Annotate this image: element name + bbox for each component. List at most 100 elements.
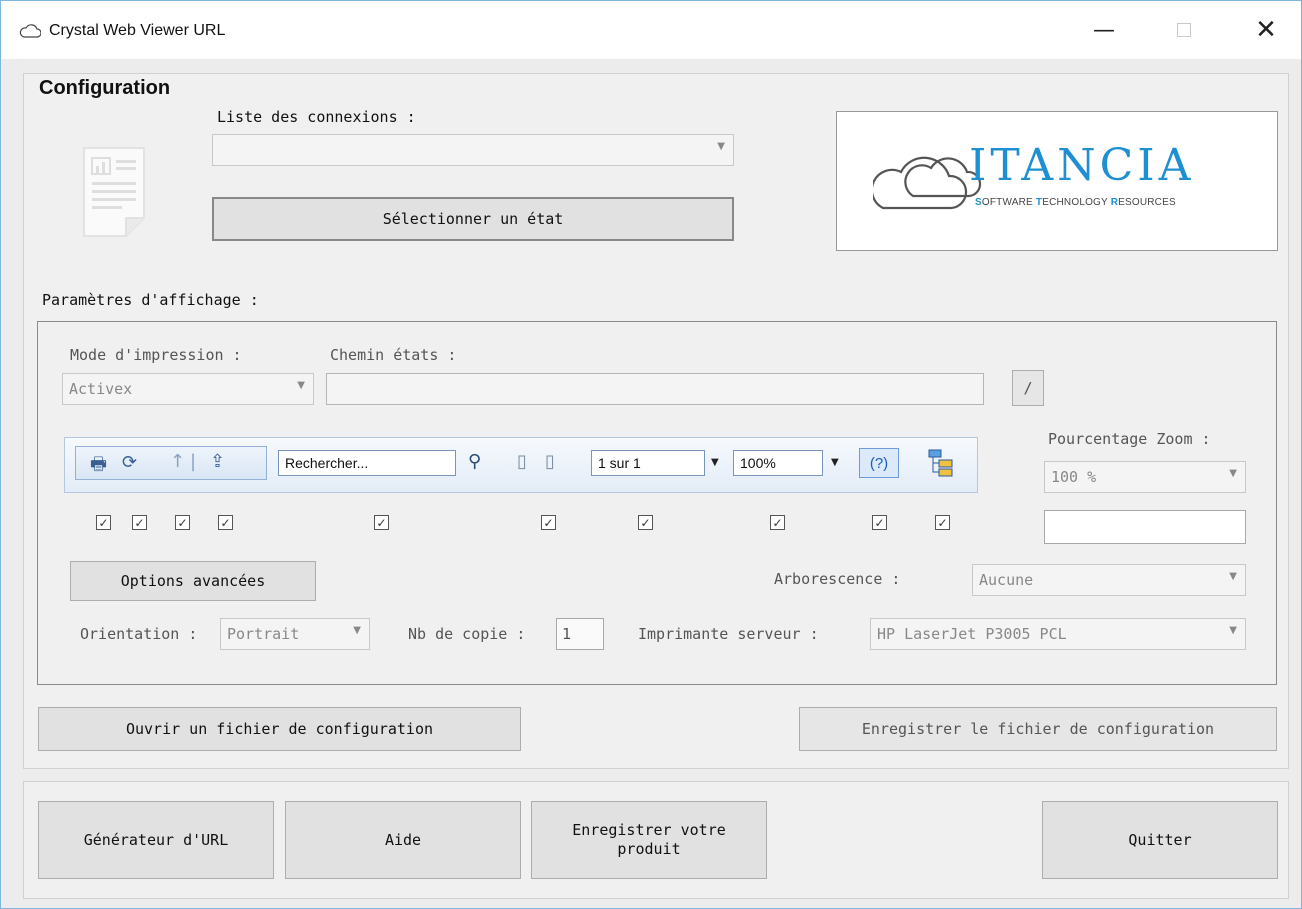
print-mode-label: Mode d'impression :: [70, 346, 242, 364]
toolbar-nav-group: 🖶 ⟳ ↑ | ⇪: [75, 446, 267, 480]
reports-path-input[interactable]: [326, 373, 984, 405]
connections-label: Liste des connexions :: [217, 108, 416, 126]
checkmark-icon: ✓: [98, 515, 109, 530]
checkmark-icon: ✓: [134, 515, 145, 530]
toolbar-page-field[interactable]: 1 sur 1: [591, 450, 705, 476]
maximize-button[interactable]: [1149, 1, 1219, 59]
refresh-icon[interactable]: ⟳: [122, 452, 137, 473]
help-button[interactable]: Aide: [285, 801, 521, 879]
browse-path-button[interactable]: /: [1012, 370, 1044, 406]
zoom-label: Pourcentage Zoom :: [1048, 430, 1211, 448]
save-config-file-button[interactable]: Enregistrer le fichier de configuration: [799, 707, 1277, 751]
minimize-icon: —: [1093, 17, 1115, 43]
logo-tagline-r: R: [1110, 197, 1119, 208]
chevron-down-icon: ▼: [1229, 625, 1237, 636]
logo-tagline-s: S: [975, 197, 982, 208]
url-generator-button[interactable]: Générateur d'URL: [38, 801, 274, 879]
printer-value: HP LaserJet P3005 PCL: [877, 625, 1067, 643]
cloud-icon: [19, 24, 41, 38]
reports-path-label: Chemin états :: [330, 346, 457, 364]
select-report-label: Sélectionner un état: [382, 210, 564, 228]
tree-label: Arborescence :: [774, 570, 901, 588]
toolbar-zoom-field[interactable]: 100%: [733, 450, 823, 476]
open-config-file-label: Ouvrir un fichier de configuration: [125, 720, 434, 738]
select-report-button[interactable]: Sélectionner un état: [212, 197, 734, 241]
print-mode-dropdown[interactable]: Activex ▼: [62, 373, 314, 405]
checkmark-icon: ✓: [640, 515, 651, 530]
maximize-icon: [1177, 23, 1191, 37]
toolbar-search-text: Rechercher...: [285, 455, 369, 471]
minimize-button[interactable]: —: [1069, 1, 1139, 59]
advanced-options-label: Options avancées: [120, 572, 266, 590]
main-panel: Configuration Liste des connexions : ▼ S…: [23, 73, 1289, 769]
copies-value: 1: [562, 625, 572, 643]
url-generator-label: Générateur d'URL: [83, 831, 229, 849]
register-product-button[interactable]: Enregistrer votre produit: [531, 801, 767, 879]
toolbar-page-number-checkbox[interactable]: ✓: [638, 515, 653, 530]
logo-tagline: SOFTWARE TECHNOLOGY RESOURCES: [975, 197, 1176, 208]
zoom-dropdown[interactable]: 100 % ▼: [1044, 461, 1246, 493]
group-tree-icon[interactable]: [927, 448, 955, 478]
toolbar-export-checkbox[interactable]: ✓: [218, 515, 233, 530]
chevron-down-icon: ▼: [353, 625, 361, 636]
chevron-down-icon[interactable]: ▼: [831, 457, 839, 468]
copies-label: Nb de copie :: [408, 625, 526, 643]
logo-tagline-echnology: ECHNOLOGY: [1042, 197, 1111, 208]
binoculars-icon[interactable]: ⚲: [468, 451, 481, 472]
logo-brand-text: ITANCIA: [969, 140, 1195, 191]
app-window: Crystal Web Viewer URL — ✕ Configuration…: [0, 0, 1302, 909]
cloud-logo-icon: [873, 156, 982, 210]
open-config-file-button[interactable]: Ouvrir un fichier de configuration: [38, 707, 521, 751]
checkmark-icon: ✓: [220, 515, 231, 530]
checkmark-icon: ✓: [937, 515, 948, 530]
checkmark-icon: ✓: [177, 515, 188, 530]
chevron-down-icon: ▼: [1229, 571, 1237, 582]
checkmark-icon: ✓: [543, 515, 554, 530]
tree-dropdown[interactable]: Aucune ▼: [972, 564, 1246, 596]
checkmark-icon: ✓: [772, 515, 783, 530]
quit-label: Quitter: [1128, 831, 1192, 849]
toolbar-zoom-checkbox[interactable]: ✓: [770, 515, 785, 530]
printer-label: Imprimante serveur :: [638, 625, 819, 643]
copies-input[interactable]: 1: [556, 618, 604, 650]
toolbar-tree-checkbox[interactable]: ✓: [935, 515, 950, 530]
close-button[interactable]: ✕: [1231, 1, 1301, 59]
register-product-label: Enregistrer votre produit: [572, 820, 726, 859]
connections-dropdown[interactable]: ▼: [212, 134, 734, 166]
toolbar-up-checkbox[interactable]: ✓: [175, 515, 190, 530]
up-arrow-icon[interactable]: ↑: [170, 451, 185, 472]
toolbar-help-text: (?): [869, 454, 889, 472]
itancia-logo: ITANCIA SOFTWARE TECHNOLOGY RESOURCES: [836, 111, 1278, 251]
toolbar-search-checkbox[interactable]: ✓: [374, 515, 389, 530]
advanced-options-button[interactable]: Options avancées: [70, 561, 316, 601]
bottom-action-bar: Générateur d'URL Aide Enregistrer votre …: [23, 781, 1289, 899]
toolbar-print-checkbox[interactable]: ✓: [96, 515, 111, 530]
display-params-group: Mode d'impression : Activex ▼ Chemin éta…: [37, 321, 1277, 685]
quit-button[interactable]: Quitter: [1042, 801, 1278, 879]
help-icon[interactable]: (?): [859, 448, 899, 478]
viewer-toolbar-preview: 🖶 ⟳ ↑ | ⇪ Rechercher... ⚲ ▯ ▯ 1 sur 1 ▼ …: [64, 437, 978, 493]
toolbar-search-field[interactable]: Rechercher...: [278, 450, 456, 476]
title-bar: Crystal Web Viewer URL — ✕: [1, 1, 1301, 59]
page-prev-icon[interactable]: ▯: [517, 451, 527, 472]
print-icon[interactable]: 🖶: [90, 452, 107, 482]
help-label: Aide: [384, 831, 422, 849]
toolbar-page-nav-checkbox[interactable]: ✓: [541, 515, 556, 530]
toolbar-help-checkbox[interactable]: ✓: [872, 515, 887, 530]
orientation-dropdown[interactable]: Portrait ▼: [220, 618, 370, 650]
window-title: Crystal Web Viewer URL: [49, 22, 226, 39]
report-document-icon: [83, 147, 145, 237]
chevron-down-icon[interactable]: ▼: [711, 457, 719, 468]
close-icon: ✕: [1255, 15, 1277, 45]
page-next-icon[interactable]: ▯: [545, 451, 555, 472]
save-config-file-label: Enregistrer le fichier de configuration: [861, 720, 1215, 738]
zoom-extra-input[interactable]: [1044, 510, 1246, 544]
orientation-label: Orientation :: [80, 625, 198, 643]
export-icon[interactable]: ⇪: [210, 451, 225, 472]
toolbar-zoom-text: 100%: [740, 455, 776, 471]
chevron-down-icon: ▼: [1229, 468, 1237, 479]
configuration-title: Configuration: [39, 77, 171, 99]
toolbar-refresh-checkbox[interactable]: ✓: [132, 515, 147, 530]
checkmark-icon: ✓: [376, 515, 387, 530]
printer-dropdown[interactable]: HP LaserJet P3005 PCL ▼: [870, 618, 1246, 650]
